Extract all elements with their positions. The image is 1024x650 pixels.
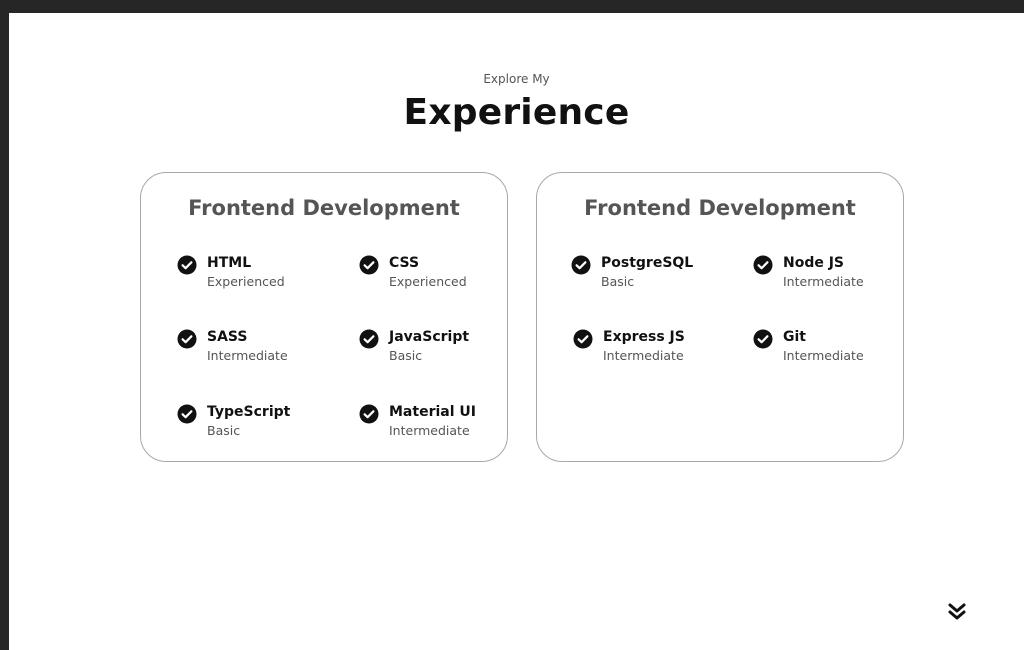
skill-name: Express JS	[603, 329, 685, 345]
experience-card-frontend: Frontend Development HTML Experienced CS…	[140, 172, 508, 462]
skill-level: Experienced	[207, 274, 285, 289]
check-badge-icon	[571, 255, 591, 275]
skill-level: Basic	[207, 423, 241, 438]
skill-name: JavaScript	[389, 329, 470, 345]
skill-item-material-ui: Material UI Intermediate	[359, 403, 476, 441]
skill-name: Node JS	[783, 255, 845, 271]
skill-level: Intermediate	[783, 348, 864, 363]
card-title: Frontend Development	[584, 196, 856, 220]
skill-level: Intermediate	[207, 348, 288, 363]
skill-item-sass: SASS Intermediate	[177, 328, 288, 366]
skill-name: PostgreSQL	[601, 255, 694, 271]
check-badge-icon	[359, 329, 379, 349]
experience-section: Explore My Experience Frontend Developme…	[9, 13, 1024, 650]
double-chevron-down-icon[interactable]	[946, 601, 968, 623]
skill-item-html: HTML Experienced	[177, 254, 285, 292]
skill-item-node-js: Node JS Intermediate	[753, 254, 864, 292]
skill-name: CSS	[389, 255, 420, 271]
check-badge-icon	[177, 404, 197, 424]
skill-name: SASS	[207, 329, 248, 345]
skill-level: Basic	[389, 348, 423, 363]
skill-level: Intermediate	[783, 274, 864, 289]
check-badge-icon	[359, 404, 379, 424]
skill-level: Intermediate	[389, 423, 470, 438]
section-subtitle: Explore My	[483, 72, 550, 86]
skill-item-git: Git Intermediate	[753, 328, 864, 366]
skill-item-express-js: Express JS Intermediate	[573, 328, 685, 366]
skill-name: Git	[783, 329, 806, 345]
check-badge-icon	[573, 329, 593, 349]
check-badge-icon	[177, 255, 197, 275]
experience-card-backend: Frontend Development PostgreSQL Basic No…	[536, 172, 904, 462]
skill-level: Intermediate	[603, 348, 684, 363]
skill-item-javascript: JavaScript Basic	[359, 328, 469, 366]
skill-item-typescript: TypeScript Basic	[177, 403, 290, 441]
card-title: Frontend Development	[188, 196, 460, 220]
skill-name: Material UI	[389, 404, 476, 420]
skill-item-postgresql: PostgreSQL Basic	[571, 254, 693, 292]
skill-item-css: CSS Experienced	[359, 254, 467, 292]
check-badge-icon	[753, 329, 773, 349]
check-badge-icon	[359, 255, 379, 275]
skill-level: Experienced	[389, 274, 467, 289]
check-badge-icon	[753, 255, 773, 275]
section-title: Experience	[403, 92, 630, 133]
skill-level: Basic	[601, 274, 635, 289]
skill-name: HTML	[207, 255, 252, 271]
check-badge-icon	[177, 329, 197, 349]
skill-name: TypeScript	[207, 404, 291, 420]
